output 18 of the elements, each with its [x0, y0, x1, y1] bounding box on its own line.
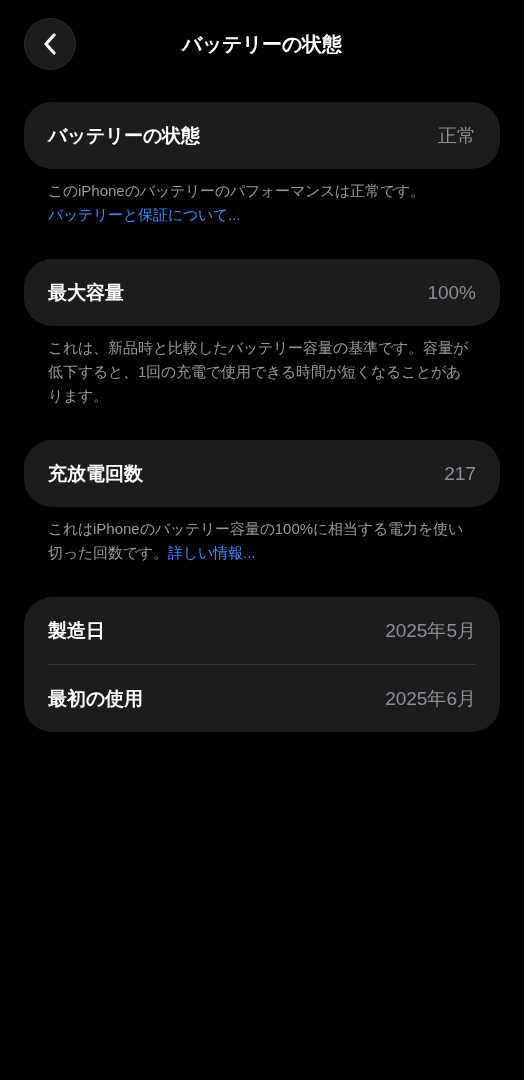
row-value: 2025年6月 — [385, 686, 476, 711]
row-value: 正常 — [438, 123, 476, 148]
row-value: 217 — [444, 462, 476, 485]
footnote-text: このiPhoneのバッテリーのパフォーマンスは正常です。 バッテリーと保証について... — [48, 181, 426, 225]
row-label: 最大容量 — [48, 280, 124, 305]
chevron-left-icon — [43, 33, 57, 55]
row-value: 2025年5月 — [385, 618, 476, 643]
row-label: 充放電回数 — [48, 461, 143, 486]
footnote-text: これは、新品時と比較したバッテリー容量の基準です。容量が低下すると、1回の充電で使用できる時間が短くなることがあります。 — [48, 338, 469, 406]
page-title: バッテリーの状態 — [182, 31, 342, 57]
row-label: 製造日 — [48, 618, 105, 643]
row-value: 100% — [427, 281, 476, 304]
row-label: 最初の使用 — [48, 686, 143, 711]
info-link[interactable]: バッテリーと保証について... — [48, 206, 241, 223]
footnote-text: これはiPhoneのバッテリー容量の100%に相当する電力を使い切った回数です。詳しい情報... — [48, 519, 465, 563]
back-button[interactable] — [24, 18, 76, 70]
info-link[interactable]: 詳しい情報... — [168, 544, 256, 561]
row-label: バッテリーの状態 — [48, 123, 200, 148]
